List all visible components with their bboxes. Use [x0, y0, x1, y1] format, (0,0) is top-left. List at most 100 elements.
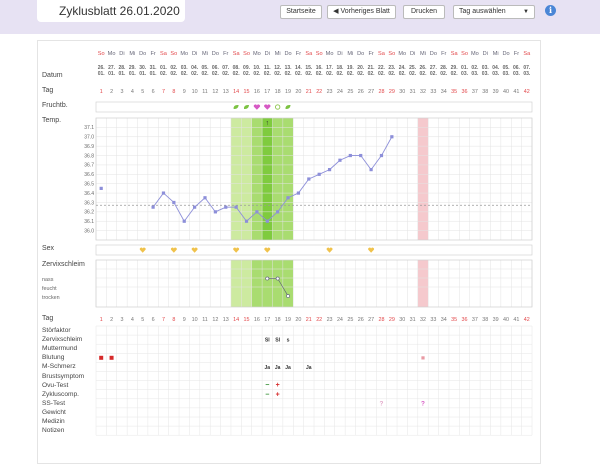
weekday-label: So: [461, 51, 468, 57]
cycle-chart: So Mo Di Mi Do Fr Sa So Mo Di Mi Do Fr Sa So Mo Di Mi Do Fr…: [84, 51, 533, 436]
temp-point: [255, 210, 259, 214]
weekday-label: So: [316, 51, 323, 57]
day-number: 38: [482, 89, 488, 95]
day-number: 22: [316, 89, 322, 95]
temp-axis-label: 37.0: [84, 135, 94, 141]
date-month-label: 03.: [471, 71, 479, 77]
date-month-label: 02.: [170, 71, 178, 77]
day-number-lower: 14: [233, 317, 239, 323]
pain-cell: Ja: [306, 365, 312, 371]
weekday-label: So: [388, 51, 395, 57]
day-number-lower: 35: [451, 317, 457, 323]
weekday-label: Sa: [451, 51, 459, 57]
temp-axis-label: 36.2: [84, 210, 94, 216]
day-number: 34: [441, 89, 447, 95]
day-number-lower: 42: [524, 317, 530, 323]
day-number: 30: [399, 89, 405, 95]
ovu-test-cell: +: [276, 382, 280, 389]
date-month-label: 03.: [503, 71, 511, 77]
temp-point: [213, 210, 217, 214]
temp-axis-label: 36.5: [84, 181, 94, 187]
day-number: 35: [451, 89, 457, 95]
weekday-label: Fr: [368, 51, 373, 57]
day-number-lower: 38: [482, 317, 488, 323]
weekday-label: Mo: [253, 51, 261, 57]
day-number-lower: 2: [110, 317, 113, 323]
day-number-lower: 10: [192, 317, 198, 323]
date-month-label: 02.: [409, 71, 417, 77]
day-number-lower: 41: [513, 317, 519, 323]
date-month-label: 02.: [440, 71, 448, 77]
pregnancy-test-cell: ?: [380, 400, 384, 407]
pain-cell: Ja: [265, 365, 271, 371]
date-month-label: 03.: [461, 71, 469, 77]
temp-point: [296, 191, 301, 195]
day-number-lower: 11: [202, 317, 208, 323]
date-month-label: 02.: [160, 71, 168, 77]
weekday-label: Fr: [514, 51, 519, 57]
day-number-lower: 13: [223, 317, 229, 323]
day-number: 7: [162, 89, 165, 95]
weekday-label: So: [243, 51, 250, 57]
day-number: 31: [410, 89, 416, 95]
date-month-label: 02.: [181, 71, 189, 77]
day-number: 3: [120, 89, 123, 95]
temp-point: [317, 172, 321, 176]
date-month-label: 02.: [305, 71, 313, 77]
day-number-lower: 3: [120, 317, 123, 323]
day-number-lower: 20: [295, 317, 301, 323]
day-number: 21: [306, 89, 312, 95]
weekday-label: Fr: [223, 51, 228, 57]
temp-point: [390, 135, 394, 139]
day-number-lower: 24: [337, 317, 343, 323]
day-number: 37: [472, 89, 478, 95]
date-month-label: 02.: [451, 71, 459, 77]
temp-point: [369, 168, 373, 172]
day-number-lower: 22: [316, 317, 322, 323]
pain-cell: Ja: [285, 365, 291, 371]
cycle-computer-cell: −: [265, 391, 269, 398]
weekday-label: Di: [483, 51, 488, 57]
day-number: 33: [430, 89, 436, 95]
temp-point: [244, 219, 249, 223]
day-number-lower: 26: [358, 317, 364, 323]
temp-axis-label: 36.8: [84, 153, 94, 159]
day-number: 5: [141, 89, 144, 95]
day-number-lower: 40: [503, 317, 509, 323]
weekday-label: Sa: [305, 51, 313, 57]
date-month-label: 02.: [326, 71, 334, 77]
day-number: 2: [110, 89, 113, 95]
zervix-table-cell: s: [287, 338, 290, 344]
date-month-label: 01.: [118, 71, 126, 77]
date-month-label: 03.: [513, 71, 521, 77]
temp-point: [172, 200, 176, 205]
temp-point: [307, 177, 311, 181]
temp-axis-label: 37.1: [84, 125, 94, 131]
day-number: 27: [368, 89, 374, 95]
weekday-label: Do: [284, 51, 291, 57]
weekday-label: Di: [410, 51, 415, 57]
day-number-lower: 16: [254, 317, 260, 323]
date-month-label: 02.: [253, 71, 261, 77]
temp-point: [224, 205, 228, 209]
weekday-label: Mi: [347, 51, 353, 57]
day-number: 1: [100, 89, 103, 95]
day-number: 39: [493, 89, 499, 95]
weekday-label: Do: [357, 51, 364, 57]
day-number: 14: [233, 89, 239, 95]
weekday-label: Do: [430, 51, 437, 57]
date-month-label: 02.: [285, 71, 293, 77]
temp-axis-label: 36.7: [84, 163, 94, 169]
day-number: 19: [285, 89, 291, 95]
bleeding-marker: [109, 355, 114, 360]
day-number: 25: [347, 89, 353, 95]
zervix-point: [286, 294, 290, 298]
day-number-lower: 5: [141, 317, 144, 323]
date-month-label: 02.: [212, 71, 220, 77]
day-number-lower: 9: [183, 317, 186, 323]
day-number: 28: [378, 89, 384, 95]
day-number-lower: 36: [462, 317, 468, 323]
date-month-label: 02.: [399, 71, 407, 77]
date-month-label: 02.: [368, 71, 376, 77]
weekday-label: So: [170, 51, 177, 57]
